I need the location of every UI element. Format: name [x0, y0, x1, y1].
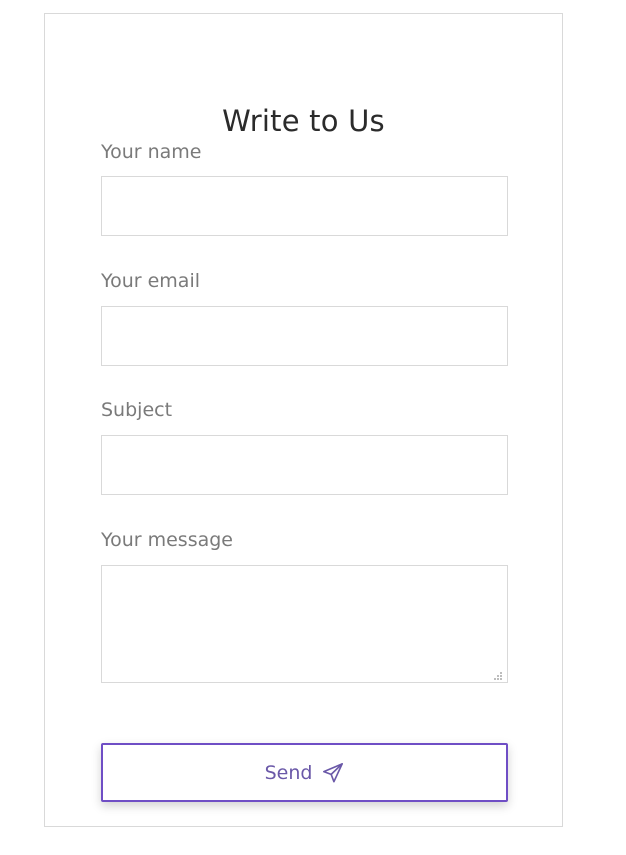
- send-button-label: Send: [264, 761, 313, 784]
- form-title: Write to Us: [222, 104, 385, 139]
- subject-input[interactable]: [101, 435, 508, 495]
- paper-plane-icon: [323, 762, 344, 783]
- send-button[interactable]: Send: [101, 743, 508, 802]
- name-label: Your name: [101, 141, 202, 163]
- message-textarea[interactable]: [101, 565, 508, 683]
- email-input[interactable]: [101, 306, 508, 366]
- name-input[interactable]: [101, 176, 508, 236]
- subject-label: Subject: [101, 399, 173, 421]
- contact-form-card: Write to Us Your name Your email Subject…: [44, 13, 563, 827]
- email-label: Your email: [101, 270, 200, 292]
- message-label: Your message: [101, 529, 233, 551]
- resize-grip-icon[interactable]: [493, 671, 503, 681]
